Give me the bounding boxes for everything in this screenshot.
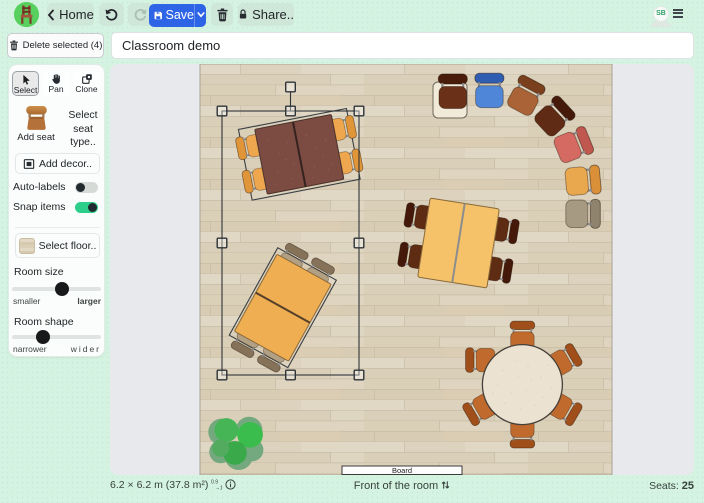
svg-text:Board: Board	[392, 466, 412, 475]
